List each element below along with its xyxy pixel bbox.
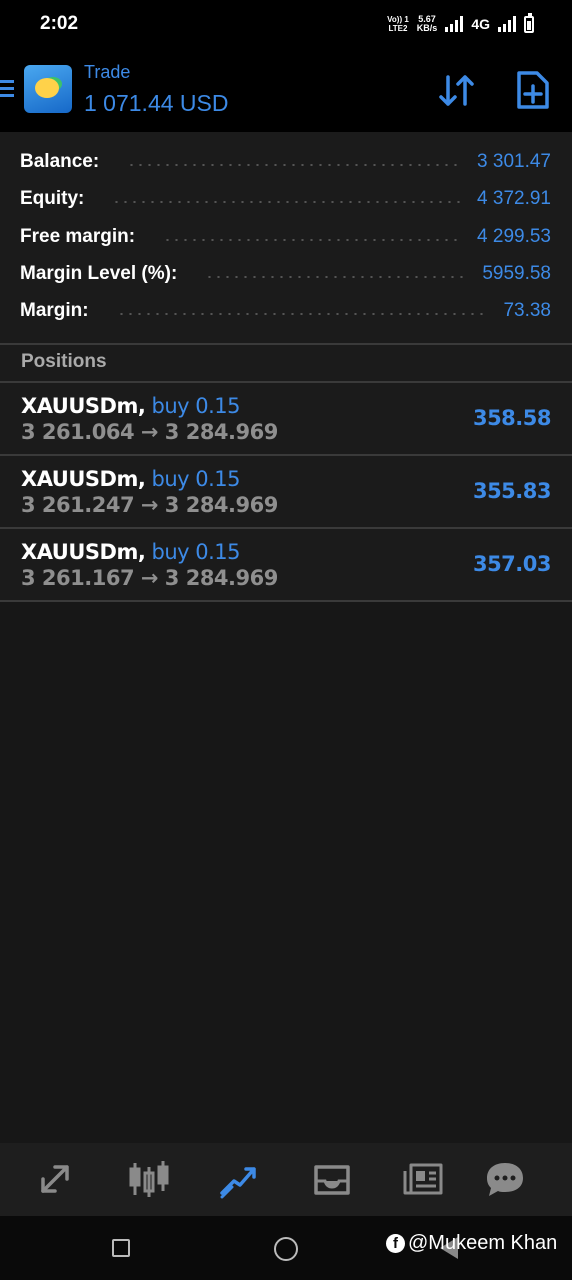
summary-row-free-margin: Free margin: 4 299.53 <box>20 222 551 252</box>
signal-icon <box>445 16 464 32</box>
dot-leader <box>112 201 464 203</box>
recent-apps-button[interactable] <box>112 1239 130 1257</box>
summary-row-margin: Margin: 73.38 <box>20 296 551 326</box>
status-bar: 2:02 Vo)) 1 LTE2 5.67 KB/s 4G <box>0 0 572 48</box>
summary-label: Balance: <box>20 151 100 172</box>
dot-leader <box>127 164 464 166</box>
sort-icon[interactable] <box>437 71 477 111</box>
summary-row-balance: Balance: 3 301.47 <box>20 147 551 177</box>
quotes-icon[interactable] <box>35 1159 79 1199</box>
summary-label: Free margin: <box>20 226 136 247</box>
position-prices: 3 261.064 → 3 284.969 <box>21 420 278 444</box>
position-symbol: XAUUSDm, <box>21 540 146 564</box>
facebook-icon: f <box>386 1234 405 1253</box>
position-row[interactable]: XAUUSDm, buy 0.15 3 261.247 → 3 284.969 … <box>0 456 572 527</box>
position-profit: 355.83 <box>472 479 552 503</box>
summary-value: 4 299.53 <box>477 226 551 247</box>
chart-icon[interactable] <box>127 1159 171 1199</box>
network-speed: 5.67 KB/s <box>416 14 438 33</box>
position-prices: 3 261.247 → 3 284.969 <box>21 493 278 517</box>
news-icon[interactable] <box>401 1159 445 1199</box>
home-button[interactable] <box>274 1237 298 1261</box>
volte-indicator: Vo)) 1 LTE2 <box>387 15 409 33</box>
page-title: Trade <box>84 62 131 82</box>
divider <box>0 600 572 602</box>
dot-leader <box>205 276 469 278</box>
status-icons: Vo)) 1 LTE2 5.67 KB/s 4G <box>387 12 534 36</box>
summary-value: 73.38 <box>503 300 551 321</box>
summary-value: 4 372.91 <box>477 188 551 209</box>
watermark-text: @Mukeem Khan <box>408 1232 558 1254</box>
summary-label: Margin Level (%): <box>20 263 178 284</box>
trade-icon[interactable] <box>218 1159 262 1199</box>
summary-value: 5959.58 <box>482 263 551 284</box>
position-type: buy 0.15 <box>151 540 241 564</box>
header-balance: 1 071.44 USD <box>84 90 229 116</box>
summary-label: Equity: <box>20 188 85 209</box>
app-header: Trade 1 071.44 USD <box>0 48 572 132</box>
position-symbol: XAUUSDm, <box>21 467 146 491</box>
position-type: buy 0.15 <box>151 394 241 418</box>
watermark: f @Mukeem Khan <box>386 1232 557 1255</box>
status-time: 2:02 <box>40 13 79 34</box>
position-symbol: XAUUSDm, <box>21 394 146 418</box>
position-profit: 358.58 <box>472 406 552 430</box>
network-type: 4G <box>471 16 490 32</box>
bottom-tab-bar <box>0 1143 572 1216</box>
summary-row-equity: Equity: 4 372.91 <box>20 184 551 214</box>
system-nav-bar: f @Mukeem Khan <box>0 1216 572 1280</box>
battery-icon <box>524 12 534 33</box>
menu-icon[interactable] <box>0 80 14 97</box>
position-type: buy 0.15 <box>151 467 241 491</box>
history-icon[interactable] <box>310 1159 354 1199</box>
dot-leader <box>116 313 490 315</box>
account-summary: Balance: 3 301.47 Equity: 4 372.91 Free … <box>0 132 572 344</box>
positions-heading-label: Positions <box>21 351 107 372</box>
new-order-icon[interactable] <box>514 70 552 110</box>
messages-icon[interactable] <box>483 1159 527 1199</box>
app-logo <box>24 65 72 113</box>
summary-value: 3 301.47 <box>477 151 551 172</box>
signal-icon-2 <box>498 16 516 32</box>
positions-heading: Positions <box>0 345 572 382</box>
summary-label: Margin: <box>20 300 89 321</box>
position-row[interactable]: XAUUSDm, buy 0.15 3 261.167 → 3 284.969 … <box>0 529 572 600</box>
position-prices: 3 261.167 → 3 284.969 <box>21 566 278 590</box>
dot-leader <box>163 239 464 241</box>
summary-row-margin-level: Margin Level (%): 5959.58 <box>20 259 551 289</box>
position-row[interactable]: XAUUSDm, buy 0.15 3 261.064 → 3 284.969 … <box>0 383 572 454</box>
position-profit: 357.03 <box>472 552 552 576</box>
